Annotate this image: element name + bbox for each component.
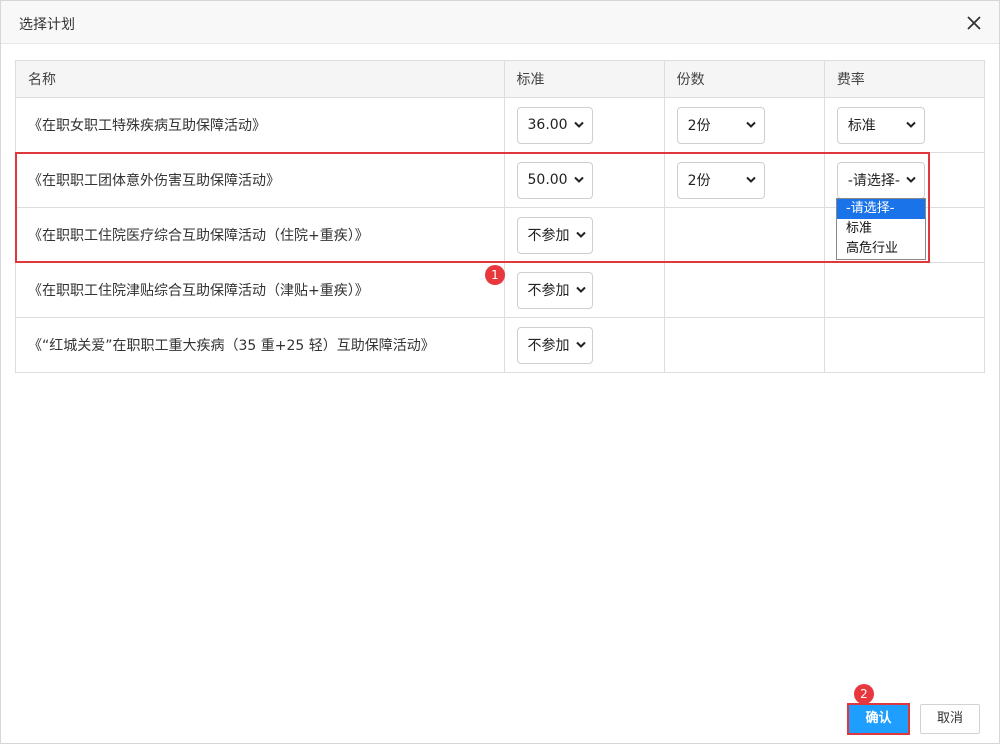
chevron-down-icon (573, 176, 584, 184)
select-value: -请选择- (847, 173, 900, 189)
quantity-select[interactable]: 2份 (676, 161, 765, 199)
table-row: 《在职女职工特殊疾病互助保障活动》 36.00 2份 标准 (15, 97, 986, 153)
plan-name: 《在职职工住院津贴综合互助保障活动（津贴+重疾）》 (15, 262, 505, 318)
select-value: 2份 (687, 118, 711, 134)
select-value: 不参加 (527, 228, 570, 244)
select-value: 不参加 (527, 283, 570, 299)
chevron-down-icon (906, 121, 916, 129)
confirm-button[interactable]: 确认 (847, 703, 910, 735)
rate-select[interactable]: 标准 (836, 106, 925, 144)
empty-cell (663, 262, 825, 318)
standard-select[interactable]: 不参加 (516, 271, 593, 309)
dialog-titlebar: 选择计划 (1, 1, 999, 44)
empty-cell (663, 317, 825, 373)
header-name: 名称 (15, 60, 505, 98)
dropdown-option-standard[interactable]: 标准 (837, 219, 925, 239)
standard-select[interactable]: 不参加 (516, 326, 593, 364)
chevron-down-icon (573, 121, 584, 129)
empty-cell (663, 207, 825, 263)
step-badge-1: 1 (485, 265, 505, 285)
cancel-button[interactable]: 取消 (920, 704, 980, 734)
chevron-down-icon (575, 341, 586, 349)
plan-name: 《在职职工住院医疗综合互助保障活动（住院+重疾）》 (15, 207, 505, 263)
table-header-row: 名称 标准 份数 费率 (15, 60, 986, 98)
select-value: 36.00 (527, 117, 568, 133)
rate-dropdown-list: -请选择- 标准 高危行业 (836, 198, 926, 260)
standard-select[interactable]: 36.00 (516, 106, 593, 144)
select-value: 2份 (687, 173, 711, 189)
select-value: 标准 (847, 118, 876, 134)
dropdown-option-high-risk[interactable]: 高危行业 (837, 239, 925, 259)
plan-name: 《在职女职工特殊疾病互助保障活动》 (15, 97, 505, 153)
close-icon[interactable] (963, 12, 985, 34)
standard-select[interactable]: 50.00 (516, 161, 593, 199)
chevron-down-icon (575, 231, 586, 239)
dropdown-option-please-select[interactable]: -请选择- (837, 199, 925, 219)
empty-cell (823, 262, 986, 318)
select-value: 50.00 (527, 172, 568, 188)
rate-select[interactable]: -请选择- (836, 161, 925, 199)
header-quantity: 份数 (663, 60, 825, 98)
header-rate: 费率 (823, 60, 986, 98)
quantity-select[interactable]: 2份 (676, 106, 765, 144)
dialog-title: 选择计划 (19, 17, 75, 33)
empty-cell (823, 317, 986, 373)
select-value: 不参加 (527, 338, 570, 354)
chevron-down-icon (575, 286, 586, 294)
plan-name: 《“红城关爱”在职职工重大疾病（35 重+25 轻）互助保障活动》 (15, 317, 505, 373)
chevron-down-icon (745, 176, 756, 184)
chevron-down-icon (745, 121, 756, 129)
header-standard: 标准 (503, 60, 665, 98)
standard-select[interactable]: 不参加 (516, 216, 593, 254)
chevron-down-icon (906, 176, 916, 184)
table-row: 《“红城关爱”在职职工重大疾病（35 重+25 轻）互助保障活动》 不参加 (15, 317, 986, 373)
plan-name: 《在职职工团体意外伤害互助保障活动》 (15, 152, 505, 208)
step-badge-2: 2 (854, 684, 874, 704)
select-plan-dialog: 选择计划 名称 标准 份数 费率 《在职女职工特殊疾病互助保障活动》 36.00 (0, 0, 1000, 744)
